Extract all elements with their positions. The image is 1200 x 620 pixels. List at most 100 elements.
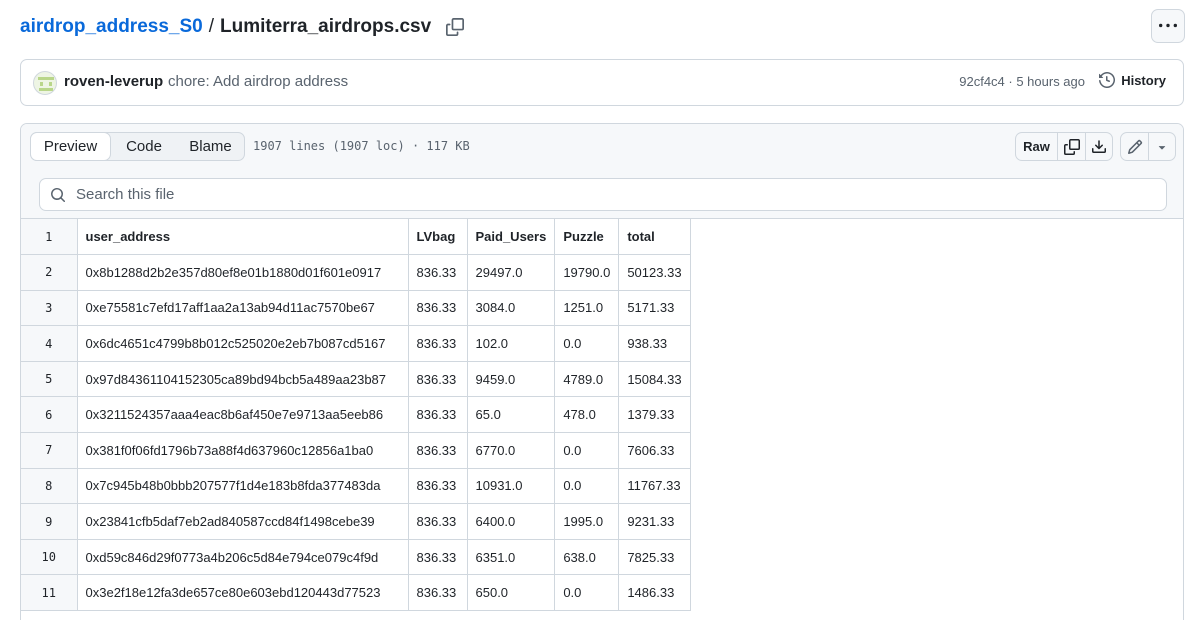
table-cell: 9459.0 xyxy=(466,360,556,398)
table-header-row: 1 user_address LVbag Paid_Users Puzzle t… xyxy=(21,219,691,256)
breadcrumb: airdrop_address_S0 / Lumiterra_airdrops.… xyxy=(20,14,465,40)
line-number[interactable]: 11 xyxy=(21,574,78,612)
table-cell: 938.33 xyxy=(618,325,691,362)
line-number[interactable]: 10 xyxy=(21,538,78,576)
table-cell: 836.33 xyxy=(407,396,468,434)
table-cell: 3084.0 xyxy=(466,289,556,327)
table-cell: 836.33 xyxy=(407,503,468,540)
table-cell: 4789.0 xyxy=(554,360,620,398)
table-cell: 9231.33 xyxy=(618,503,691,540)
download-button[interactable] xyxy=(1085,133,1112,160)
table-cell: 0.0 xyxy=(554,467,620,505)
line-number[interactable]: 5 xyxy=(21,360,78,398)
table-cell: 1251.0 xyxy=(554,289,620,327)
table-cell: 836.33 xyxy=(407,467,468,505)
line-number[interactable]: 7 xyxy=(21,432,78,469)
table-cell: 1486.33 xyxy=(618,574,691,612)
table-row: 6 0x3211524357aaa4eac8b6af450e7e9713aa5ee… xyxy=(21,396,691,434)
table-cell: 6351.0 xyxy=(466,538,556,576)
line-number[interactable]: 2 xyxy=(21,254,78,291)
line-number[interactable]: 6 xyxy=(21,396,78,434)
breadcrumb-separator: / xyxy=(208,16,214,37)
tab-code[interactable]: Code xyxy=(111,133,177,160)
table-cell: 836.33 xyxy=(407,360,468,398)
table-cell: 638.0 xyxy=(554,538,620,576)
table-cell: 6400.0 xyxy=(466,503,556,540)
commit-meta[interactable]: 92cf4c4 · 5 hours ago xyxy=(959,74,1085,89)
table-cell: 1995.0 xyxy=(554,503,620,540)
table-cell: 0x97d84361104152305ca89bd94bcb5a489aa23b… xyxy=(76,360,409,398)
history-button[interactable]: History xyxy=(1099,72,1166,88)
table-cell: 0xd59c846d29f0773a4b206c5d84e794ce079c4f… xyxy=(76,538,409,576)
copy-raw-button[interactable] xyxy=(1057,133,1085,160)
copy-icon xyxy=(446,18,465,36)
repo-link[interactable]: airdrop_address_S0 xyxy=(20,16,203,38)
table-cell: 0x381f0f06fd1796b73a88f4d637960c12856a1b… xyxy=(76,432,409,469)
file-name: Lumiterra_airdrops.csv xyxy=(219,16,432,37)
table-cell: 65.0 xyxy=(466,396,556,434)
table-cell: 11767.33 xyxy=(618,467,691,505)
column-header: LVbag xyxy=(407,219,468,256)
table-cell: 7606.33 xyxy=(618,432,691,469)
kebab-icon xyxy=(1159,23,1177,28)
file-info: 1907 lines (1907 loc) · 117 KB xyxy=(253,139,470,153)
line-number[interactable]: 1 xyxy=(21,219,78,256)
edit-button[interactable] xyxy=(1121,133,1148,160)
edit-dropdown-button[interactable] xyxy=(1148,133,1175,160)
table-cell: 0x8b1288d2b2e357d80ef8e01b1880d01f601e09… xyxy=(76,254,409,291)
table-cell: 836.33 xyxy=(407,432,468,469)
table-cell: 10931.0 xyxy=(466,467,556,505)
table-cell: 0x3e2f18e12fa3de657ce80e603ebd120443d775… xyxy=(76,574,409,612)
table-cell: 29497.0 xyxy=(466,254,556,291)
table-cell: 650.0 xyxy=(466,574,556,612)
raw-button[interactable]: Raw xyxy=(1016,133,1057,160)
line-number[interactable]: 8 xyxy=(21,467,78,505)
table-cell: 836.33 xyxy=(407,325,468,362)
latest-commit-bar: roven-leverup chore: Add airdrop address… xyxy=(20,59,1184,106)
table-row: 9 0x23841cfb5daf7eb2ad840587ccd84f1498ceb… xyxy=(21,503,691,540)
line-number[interactable]: 3 xyxy=(21,289,78,327)
table-cell: 0.0 xyxy=(554,432,620,469)
table-row: 11 0x3e2f18e12fa3de657ce80e603ebd120443d7… xyxy=(21,574,691,612)
table-cell: 102.0 xyxy=(466,325,556,362)
column-header: Puzzle xyxy=(554,219,620,256)
search-input[interactable] xyxy=(76,186,1126,203)
table-cell: 0x3211524357aaa4eac8b6af450e7e9713aa5eeb… xyxy=(76,396,409,434)
table-row: 7 0x381f0f06fd1796b73a88f4d637960c12856a1… xyxy=(21,432,691,469)
table-cell: 0.0 xyxy=(554,325,620,362)
raw-actions: Raw xyxy=(1015,132,1113,161)
file-header: Preview Code Blame 1907 lines (1907 loc)… xyxy=(21,124,1183,219)
table-row: 8 0x7c945b48b0bbb207577f1d4e183b8fda37748… xyxy=(21,467,691,505)
table-cell: 15084.33 xyxy=(618,360,691,398)
tab-blame[interactable]: Blame xyxy=(177,133,244,160)
table-row: 5 0x97d84361104152305ca89bd94bcb5a489aa23… xyxy=(21,360,691,398)
table-cell: 5171.33 xyxy=(618,289,691,327)
triangle-down-icon xyxy=(1158,145,1166,150)
line-number[interactable]: 4 xyxy=(21,325,78,362)
table-row: 4 0x6dc4651c4799b8b012c525020e2eb7b087cd5… xyxy=(21,325,691,362)
table-cell: 1379.33 xyxy=(618,396,691,434)
commit-message[interactable]: chore: Add airdrop address xyxy=(168,73,348,90)
more-options-button[interactable] xyxy=(1151,9,1185,43)
copy-icon xyxy=(1063,138,1080,155)
table-cell: 836.33 xyxy=(407,574,468,612)
table-cell: 0xe75581c7efd17aff1aa2a13ab94d11ac7570be… xyxy=(76,289,409,327)
column-header: total xyxy=(618,219,691,256)
download-icon xyxy=(1092,139,1106,153)
copy-path-button[interactable] xyxy=(445,17,465,37)
commit-author[interactable]: roven-leverup xyxy=(64,73,163,90)
column-header: user_address xyxy=(76,219,409,256)
csv-table: 1 user_address LVbag Paid_Users Puzzle t… xyxy=(21,219,691,612)
table-cell: 6770.0 xyxy=(466,432,556,469)
table-cell: 478.0 xyxy=(554,396,620,434)
table-cell: 0.0 xyxy=(554,574,620,612)
table-row: 2 0x8b1288d2b2e357d80ef8e01b1880d01f601e0… xyxy=(21,254,691,291)
line-number[interactable]: 9 xyxy=(21,503,78,540)
table-cell: 0x23841cfb5daf7eb2ad840587ccd84f1498cebe… xyxy=(76,503,409,540)
table-cell: 836.33 xyxy=(407,254,468,291)
search-icon xyxy=(51,187,66,202)
history-label: History xyxy=(1121,72,1166,88)
avatar[interactable] xyxy=(33,71,57,95)
table-cell: 50123.33 xyxy=(618,254,691,291)
tab-preview[interactable]: Preview xyxy=(30,132,111,161)
